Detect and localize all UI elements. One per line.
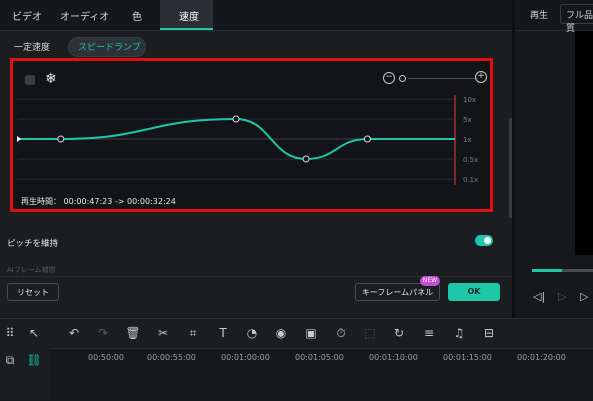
mask-icon[interactable]: ▣ [303,325,319,341]
curve-y-label: 5x [463,116,472,124]
timer-icon[interactable]: ⏱ [333,325,349,341]
tab-speed[interactable]: 速度 [179,8,199,23]
curve-y-label: 0.5x [463,156,478,164]
curve-keypoint [363,135,371,143]
motion-icon[interactable]: ↻ [391,325,407,341]
text-icon[interactable]: T [215,325,231,341]
play-icon[interactable]: ▷ [580,290,588,303]
color-icon[interactable]: ◉ [273,325,289,341]
tab-audio[interactable]: オーディオ [60,8,109,23]
edit-toolbar [0,318,593,349]
timecode-label: 00:01:15:00 [443,353,492,362]
delete-icon[interactable]: 🗑 [125,325,141,341]
toggle-knob [484,237,491,244]
new-badge: NEW [420,276,440,286]
tab-video[interactable]: ビデオ [12,8,42,23]
timecode-label: 00:50:00 [88,353,124,362]
curve-checkbox[interactable] [25,75,35,85]
curve-y-labels: 10x 5x 1x 0.5x 0.1x [463,96,478,184]
mode-speed-ramp[interactable]: スピードランプ [78,39,141,57]
timecode-label: 00:00:55:00 [147,353,196,362]
curve-keypoint [302,155,310,163]
zoom-slider-track[interactable] [408,78,478,79]
track-icon[interactable]: ⧉ [2,352,18,368]
zoom-out-icon[interactable]: − [383,72,395,84]
curve-keypoint [232,115,240,123]
curve-y-label: 10x [463,96,476,104]
snowflake-icon[interactable]: ❄ [45,71,57,87]
speed-curve-panel: ❄ − + 10x 5x 1x 0.5x 0.1x 再生時間： 00:00:47:23 … [10,58,493,212]
zoom-slider-handle[interactable] [399,75,406,82]
duration-readout: 再生時間： 00:00:47:23 -> 00:00:32:24 [21,196,176,207]
redo-icon[interactable]: ↷ [95,325,111,341]
maintain-pitch-toggle[interactable] [475,235,493,246]
ai-frame-interpolation-label: AIフレーム補間 [7,266,56,274]
freeze-icon[interactable]: ⬚ [362,325,378,341]
split-icon[interactable]: ⊟ [481,325,497,341]
curve-keypoint [57,135,65,143]
timecode-label: 00:01:05:00 [295,353,344,362]
frame-back-icon[interactable]: ▷ [558,290,566,303]
link-icon[interactable]: ⛓ [26,352,42,368]
curve-y-label: 0.1x [463,176,478,184]
step-back-icon[interactable]: ◁| [533,290,545,303]
curve-y-label: 1x [463,136,472,144]
undo-icon[interactable]: ↶ [66,325,82,341]
curve-start-marker [17,136,21,142]
cut-icon[interactable]: ✂ [155,325,171,341]
maintain-pitch-label: ピッチを維持 [7,239,59,249]
timecode-label: 00:01:10:00 [369,353,418,362]
active-tab-underline [160,28,213,30]
grid-icon[interactable]: ⠿ [2,325,18,341]
ok-button[interactable]: OK [448,283,500,301]
preview-scrub-fill [532,269,562,272]
timecode-label: 00:01:20:00 [517,353,566,362]
adjust-icon[interactable]: ≡ [421,325,437,341]
tab-color[interactable]: 色 [132,8,142,23]
timecode-label: 00:01:00:00 [221,353,270,362]
zoom-in-icon[interactable]: + [475,71,487,83]
select-arrow-icon[interactable]: ↖ [26,325,42,341]
tab-play[interactable]: 再生 [530,8,548,21]
crop-icon[interactable]: ⌗ [185,325,201,341]
speed-curve-graph[interactable]: 10x 5x 1x 0.5x 0.1x [17,93,487,189]
duration-value: 00:00:47:23 -> 00:00:32:24 [63,197,176,206]
reset-button[interactable]: リセット [7,283,59,301]
mode-uniform-speed[interactable]: 一定速度 [14,39,50,57]
duration-label: 再生時間： [21,197,61,206]
audio-icon[interactable]: ♫ [451,325,467,341]
speed-icon[interactable]: ◔ [244,325,260,341]
preview-viewport [575,31,593,255]
